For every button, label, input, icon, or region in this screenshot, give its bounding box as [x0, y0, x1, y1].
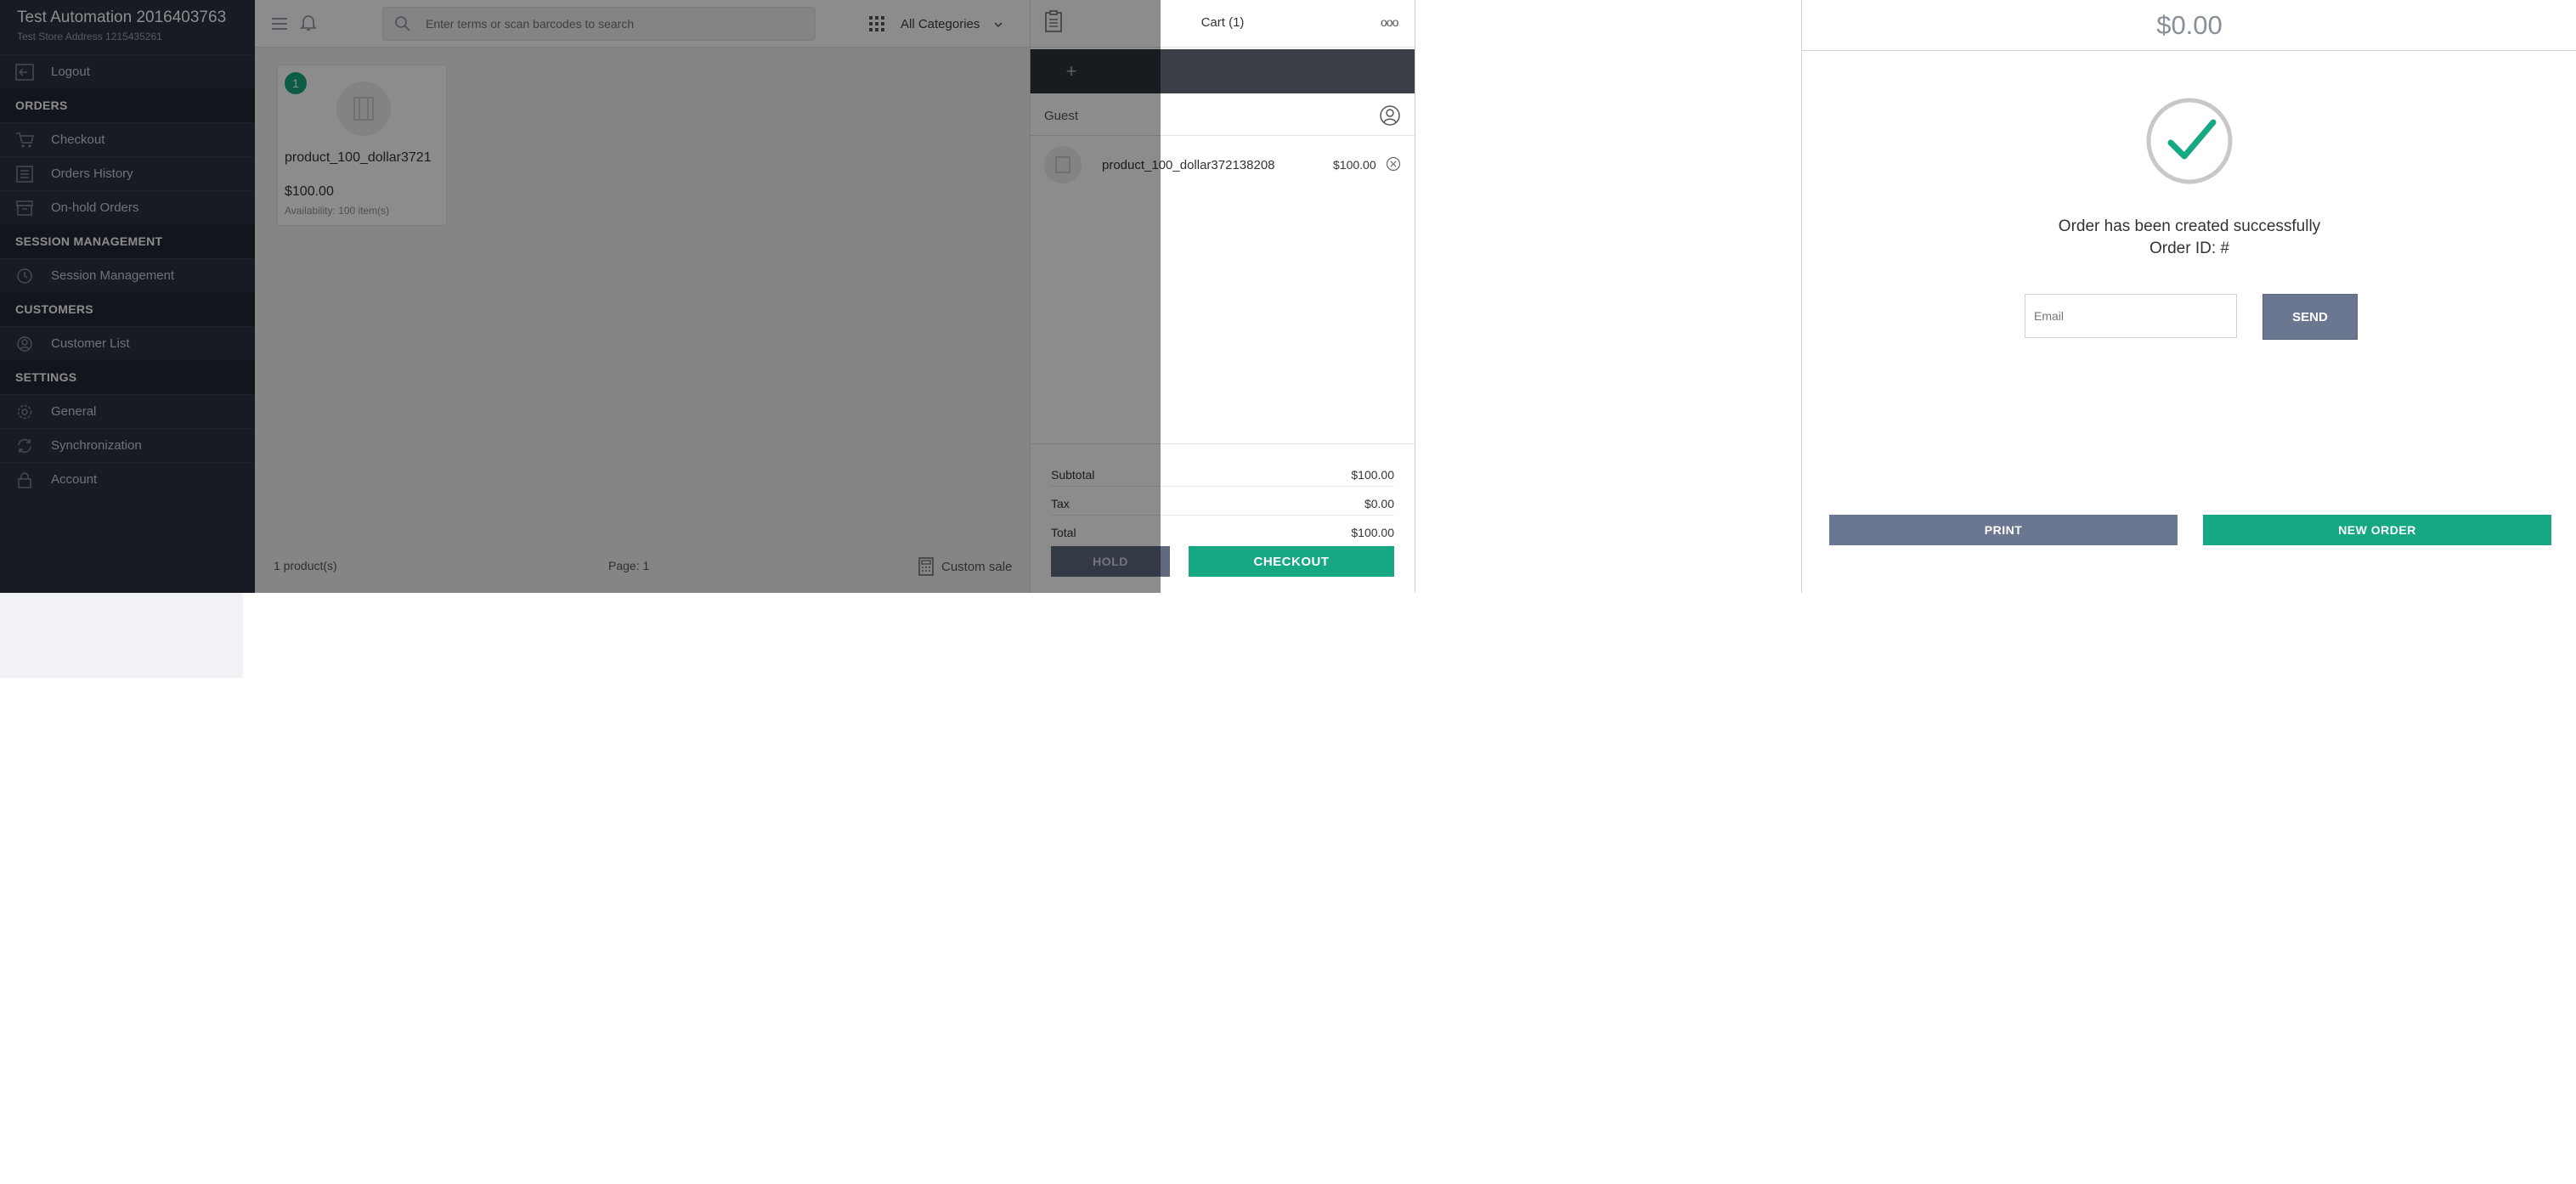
- subtotal-value: $100.00: [1351, 468, 1394, 482]
- modal-backdrop[interactable]: [0, 0, 1161, 593]
- backdrop-edge: [1030, 49, 1161, 93]
- sidebar-bottom-strip: [0, 593, 243, 678]
- total-value: $100.00: [1351, 526, 1394, 539]
- tax-value: $0.00: [1364, 497, 1394, 510]
- new-order-button[interactable]: NEW ORDER: [2203, 515, 2551, 545]
- print-button[interactable]: PRINT: [1829, 515, 2178, 545]
- send-button[interactable]: SEND: [2262, 294, 2358, 340]
- order-success-panel: $0.00 Order has been created successfull…: [1801, 0, 2576, 593]
- remove-item-icon[interactable]: [1386, 156, 1401, 172]
- checkout-button[interactable]: CHECKOUT: [1189, 546, 1394, 577]
- customer-icon[interactable]: [1379, 104, 1401, 127]
- more-options-button[interactable]: ooo: [1381, 15, 1398, 29]
- cart-item-price: $100.00: [1333, 158, 1376, 172]
- amount-header: $0.00: [1802, 0, 2576, 51]
- success-message: Order has been created successfully: [2058, 217, 2321, 235]
- email-field[interactable]: [2025, 294, 2237, 338]
- checkmark-icon: [2144, 95, 2235, 187]
- order-id: Order ID: #: [2149, 240, 2229, 257]
- order-amount: $0.00: [2156, 10, 2223, 40]
